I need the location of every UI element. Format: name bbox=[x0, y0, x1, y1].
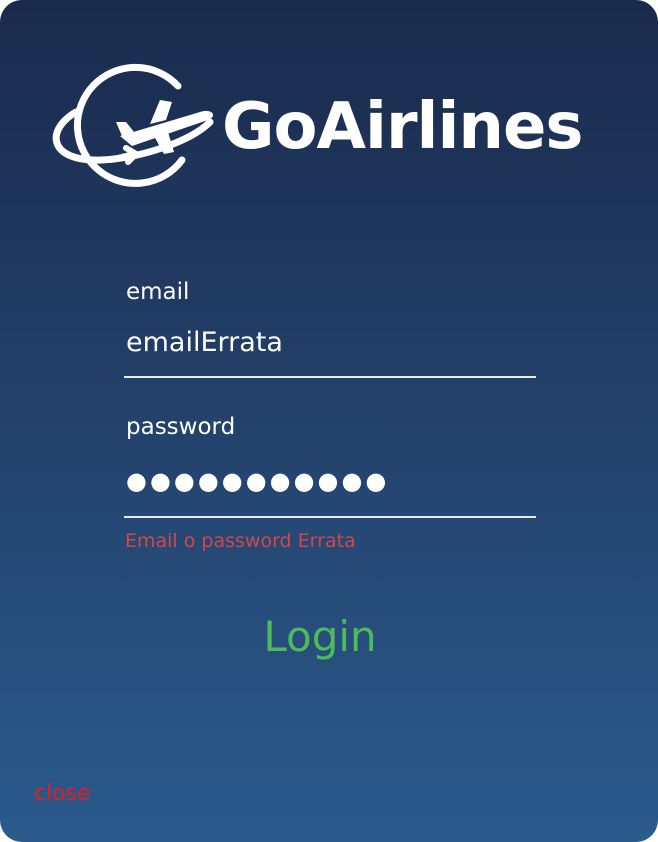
password-underline bbox=[124, 516, 536, 518]
brand-name: GoAirlines bbox=[222, 90, 583, 164]
login-button[interactable]: Login bbox=[200, 606, 440, 666]
email-field[interactable] bbox=[126, 326, 526, 360]
login-window: GoAirlines email password ●●●●●●●●●●● Em… bbox=[0, 0, 658, 842]
password-field[interactable]: ●●●●●●●●●●● bbox=[126, 464, 526, 498]
error-message: Email o password Errata bbox=[125, 530, 356, 552]
email-label: email bbox=[126, 279, 190, 305]
password-label: password bbox=[126, 414, 236, 440]
close-button[interactable]: close bbox=[34, 780, 91, 808]
brand-logo: GoAirlines bbox=[50, 62, 620, 192]
email-underline bbox=[124, 376, 536, 378]
plane-orbit-icon bbox=[52, 63, 214, 187]
